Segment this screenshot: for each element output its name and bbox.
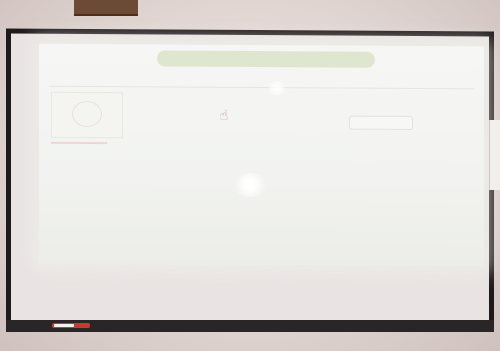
avatar bbox=[72, 100, 102, 128]
projected-underline bbox=[51, 141, 107, 145]
marker-cap bbox=[54, 324, 74, 327]
projected-profile-panel bbox=[51, 91, 123, 139]
whiteboard: ☝ bbox=[6, 28, 494, 332]
projected-app-header bbox=[49, 71, 474, 90]
wall-note bbox=[489, 120, 500, 190]
projected-browser-bar bbox=[157, 50, 375, 68]
projected-search-input bbox=[349, 115, 413, 130]
light-glare bbox=[267, 81, 287, 96]
projected-screen: ☝ bbox=[39, 43, 484, 267]
picture-frame bbox=[74, 0, 138, 16]
light-glare bbox=[233, 172, 267, 198]
hand-pointer-icon: ☝ bbox=[219, 107, 229, 124]
